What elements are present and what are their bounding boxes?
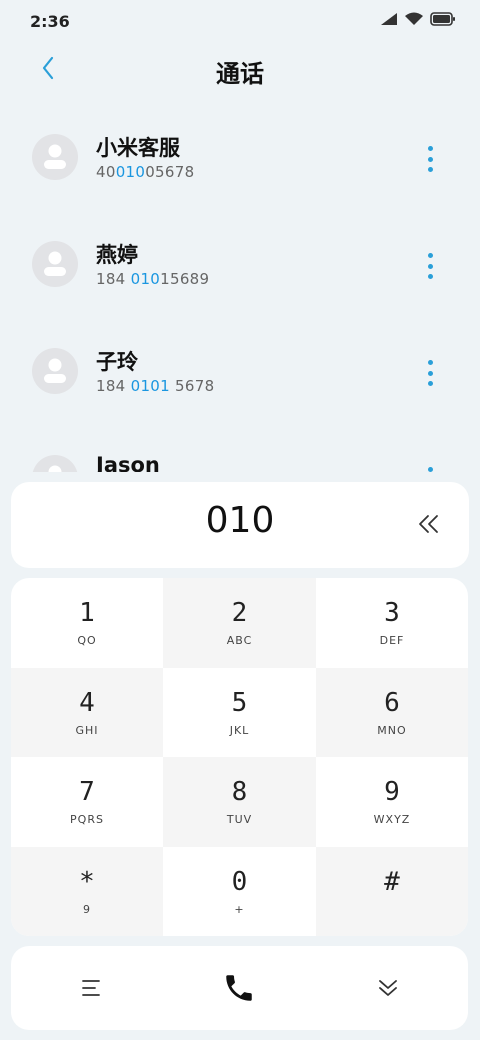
avatar <box>32 134 78 180</box>
key-5[interactable]: 5 JKL <box>163 668 316 757</box>
contact-name: 小米客服 <box>96 136 180 160</box>
matched-digits: 010 <box>130 270 161 288</box>
more-button[interactable] <box>420 251 440 281</box>
page-title: 通话 <box>216 60 264 88</box>
person-icon <box>44 251 66 276</box>
key-digit: 5 <box>231 688 248 718</box>
dial-display: 010 <box>11 482 469 568</box>
key-8[interactable]: 8 TUV <box>163 757 316 847</box>
contact-item[interactable]: 小米客服 4001005678 <box>0 100 480 207</box>
avatar <box>32 348 78 394</box>
contact-item[interactable]: 燕婷 184 01015689 <box>0 207 480 314</box>
avatar <box>32 241 78 287</box>
header: 通话 <box>0 44 480 94</box>
key-letters: QO <box>77 634 97 647</box>
call-button[interactable] <box>219 968 259 1008</box>
phone-icon <box>226 975 252 1001</box>
contact-number: 4001005678 <box>96 163 195 181</box>
contact-number: 184 0101 5678 <box>96 377 215 395</box>
status-bar: 2:36 <box>0 0 480 44</box>
key-digit: # <box>384 867 400 897</box>
matched-digits: 010 <box>115 163 146 181</box>
person-icon <box>44 358 66 383</box>
key-letters: DEF <box>379 634 405 647</box>
more-button[interactable] <box>420 465 440 472</box>
more-vertical-icon <box>427 467 433 472</box>
key-digit: * <box>79 867 95 897</box>
person-icon <box>44 144 66 169</box>
contact-name: 子玲 <box>96 350 138 374</box>
key-2[interactable]: 2 ABC <box>163 578 316 668</box>
collapse-keypad-button[interactable] <box>368 968 408 1008</box>
key-letters: GHI <box>75 724 99 737</box>
avatar <box>32 455 78 472</box>
bottom-action-bar <box>11 946 468 1030</box>
key-digit: 6 <box>384 688 400 718</box>
key-digit: 7 <box>79 777 95 807</box>
key-digit: 2 <box>231 598 248 628</box>
key-6[interactable]: 6 MNO <box>316 668 468 757</box>
key-letters: MNO <box>377 724 407 737</box>
key-letters: + <box>234 903 245 916</box>
double-chevron-left-icon <box>419 515 438 533</box>
keypad: 1 QO 2 ABC 3 DEF 4 GHI 5 JKL 6 MNO 7 PQRS 8 TUV … <box>11 578 468 936</box>
key-letters: ABC <box>226 634 253 647</box>
key-digit: 9 <box>384 777 400 807</box>
key-letters: 9 <box>83 903 91 916</box>
contact-name: 燕婷 <box>96 243 138 267</box>
key-hash[interactable]: # <box>316 847 468 936</box>
key-3[interactable]: 3 DEF <box>316 578 468 668</box>
dialed-number: 010 <box>205 500 275 541</box>
key-letters: TUV <box>226 813 253 826</box>
backspace-button[interactable] <box>411 506 447 542</box>
double-chevron-down-icon <box>379 980 397 996</box>
key-digit: 3 <box>384 598 400 628</box>
key-letters: PQRS <box>70 813 104 826</box>
status-time: 2:36 <box>30 12 70 31</box>
key-digit: 8 <box>231 777 248 807</box>
key-1[interactable]: 1 QO <box>11 578 163 668</box>
more-vertical-icon <box>427 360 433 365</box>
contact-number: 184 01015689 <box>96 270 210 288</box>
key-4[interactable]: 4 GHI <box>11 668 163 757</box>
contact-item[interactable]: 子玲 184 0101 5678 <box>0 314 480 421</box>
more-button[interactable] <box>420 358 440 388</box>
person-icon <box>48 465 62 472</box>
key-star[interactable]: * 9 <box>11 847 163 936</box>
more-vertical-icon <box>427 253 433 258</box>
matched-digits: 0101 <box>130 377 170 395</box>
key-digit: 1 <box>79 598 95 628</box>
menu-button[interactable] <box>71 968 111 1008</box>
contact-name: Jason <box>96 453 160 472</box>
key-letters: JKL <box>229 724 250 737</box>
key-7[interactable]: 7 PQRS <box>11 757 163 847</box>
contact-item[interactable]: Jason <box>0 421 480 472</box>
wifi-icon <box>405 12 423 25</box>
key-letters: WXYZ <box>373 813 411 826</box>
battery-icon <box>430 12 455 26</box>
key-digit: 4 <box>79 688 95 718</box>
more-button[interactable] <box>420 144 440 174</box>
more-vertical-icon <box>427 146 433 151</box>
signal-icon <box>381 13 397 25</box>
contact-list: 小米客服 4001005678 燕婷 184 01015689 子玲 184 0… <box>0 100 480 472</box>
menu-icon <box>82 980 100 996</box>
status-icons <box>380 12 456 26</box>
key-0[interactable]: 0 + <box>163 847 316 936</box>
key-digit: 0 <box>231 867 248 897</box>
key-9[interactable]: 9 WXYZ <box>316 757 468 847</box>
